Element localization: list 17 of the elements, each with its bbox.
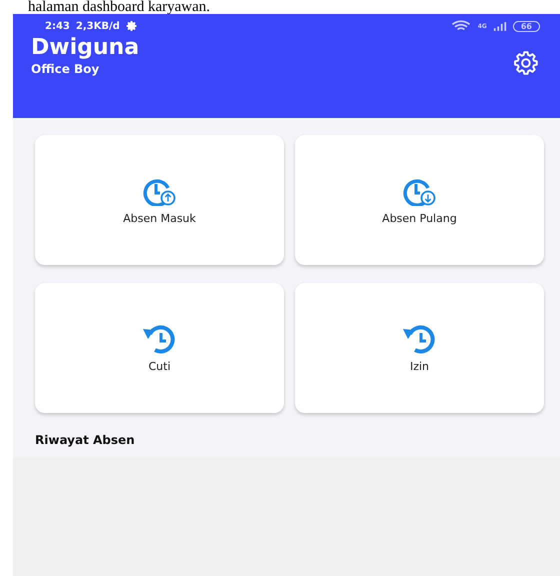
signal-icon xyxy=(492,20,507,32)
gear-icon xyxy=(126,20,138,32)
menu-card[interactable]: Absen Pulang xyxy=(295,135,544,265)
network-speed: 2,3KB/d xyxy=(76,20,120,32)
history-icon xyxy=(142,324,178,354)
section-title: Riwayat Absen xyxy=(35,432,135,449)
menu-card[interactable]: Izin xyxy=(295,283,544,413)
history-icon xyxy=(402,324,438,354)
wifi-icon xyxy=(450,20,472,32)
user-role: Office Boy xyxy=(31,62,100,76)
status-time: 2:43 xyxy=(45,20,70,32)
settings-icon[interactable] xyxy=(514,50,540,76)
caption-text: halaman dashboard karyawan. xyxy=(27,0,210,14)
menu-card[interactable]: Absen Masuk xyxy=(35,135,284,265)
user-name: Dwiguna xyxy=(31,34,140,62)
battery-indicator: 66 xyxy=(512,20,540,32)
menu-card[interactable]: Cuti xyxy=(35,283,284,413)
